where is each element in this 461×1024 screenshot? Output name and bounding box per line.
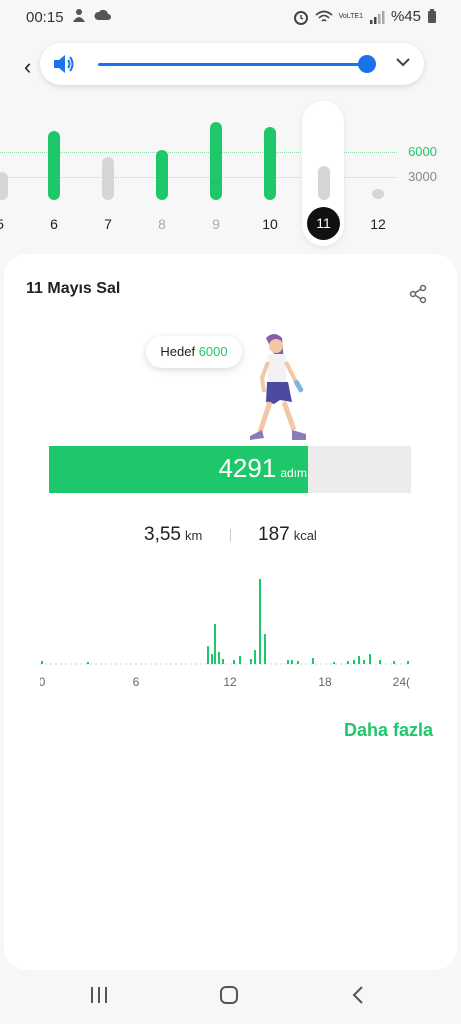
home-icon[interactable] <box>218 984 240 1011</box>
day-bar[interactable] <box>102 157 114 200</box>
day-bar[interactable] <box>264 127 276 200</box>
hourly-tick: 12 <box>223 675 237 689</box>
status-bar: 00:15 VoLTE1 %45 <box>0 0 461 36</box>
goal-gridline-label: 6000 <box>408 144 437 159</box>
goal-bubble: Hedef 6000 <box>146 336 242 368</box>
steps-unit: adım <box>280 466 307 480</box>
hourly-tick: 24(s) <box>393 675 410 689</box>
day-label[interactable]: 7 <box>91 216 125 232</box>
hourly-steps-chart: 0 6 12 18 24(s) <box>40 579 410 689</box>
day-bar[interactable] <box>48 131 60 200</box>
nav-back-icon[interactable] <box>348 984 370 1011</box>
notification-icon <box>73 9 85 22</box>
system-nav-bar <box>0 970 461 1024</box>
hourly-tick: 18 <box>318 675 332 689</box>
recents-icon[interactable] <box>88 984 110 1011</box>
day-bar[interactable] <box>318 166 330 200</box>
cloud-icon <box>94 9 111 20</box>
more-link[interactable]: Daha fazla <box>344 720 433 741</box>
weekly-steps-chart: 6000 3000 5 6 7 8 9 10 11 12 <box>0 98 461 248</box>
stats-divider <box>230 529 231 542</box>
wifi-icon <box>315 10 333 22</box>
day-bar[interactable] <box>210 122 222 200</box>
signal-icon <box>369 10 385 24</box>
battery-icon <box>428 9 436 23</box>
day-bar[interactable] <box>0 172 8 200</box>
hourly-tick: 6 <box>133 675 140 689</box>
day-detail-card: 11 Mayıs Sal Hedef 6000 4291 adım 3,55 km … <box>4 254 457 970</box>
distance-value: 3,55 <box>144 524 181 545</box>
day-bar[interactable] <box>156 150 168 200</box>
steps-progress-bar: 4291 adım <box>49 446 411 493</box>
battery-text: %45 <box>390 8 421 25</box>
steps-count: 4291 <box>218 453 277 483</box>
day-label[interactable]: 10 <box>253 216 287 232</box>
day-label[interactable]: 12 <box>361 216 395 232</box>
volume-slider-thumb[interactable] <box>358 55 376 73</box>
top-bar: ‹ <box>0 40 461 90</box>
hourly-tick: 0 <box>40 675 46 689</box>
status-time: 00:15 <box>26 9 64 26</box>
goal-label: Hedef <box>160 344 196 359</box>
chevron-down-icon[interactable] <box>394 53 412 71</box>
volume-icon[interactable] <box>52 53 76 75</box>
back-icon[interactable]: ‹ <box>24 54 31 80</box>
alarm-icon <box>293 10 308 25</box>
day-bar[interactable] <box>372 189 384 199</box>
distance-unit: km <box>184 528 203 543</box>
day-label[interactable]: 6 <box>37 216 71 232</box>
calories-value: 187 <box>258 524 290 545</box>
walker-illustration <box>250 334 306 440</box>
day-label[interactable]: 9 <box>199 216 233 232</box>
goal-value: 6000 <box>198 344 228 359</box>
volte-indicator: VoLTE1 <box>338 12 363 20</box>
day-label[interactable]: 5 <box>0 216 17 232</box>
selected-date: 11 Mayıs Sal <box>26 280 121 297</box>
share-icon[interactable] <box>408 284 428 304</box>
selected-day-label[interactable]: 11 <box>307 207 340 240</box>
volume-slider[interactable] <box>98 63 368 66</box>
day-label[interactable]: 8 <box>145 216 179 232</box>
mid-gridline-label: 3000 <box>408 169 437 184</box>
daily-stats: 3,55 km 187 kcal <box>4 524 457 548</box>
calories-unit: kcal <box>293 528 317 543</box>
volume-panel <box>40 43 424 85</box>
